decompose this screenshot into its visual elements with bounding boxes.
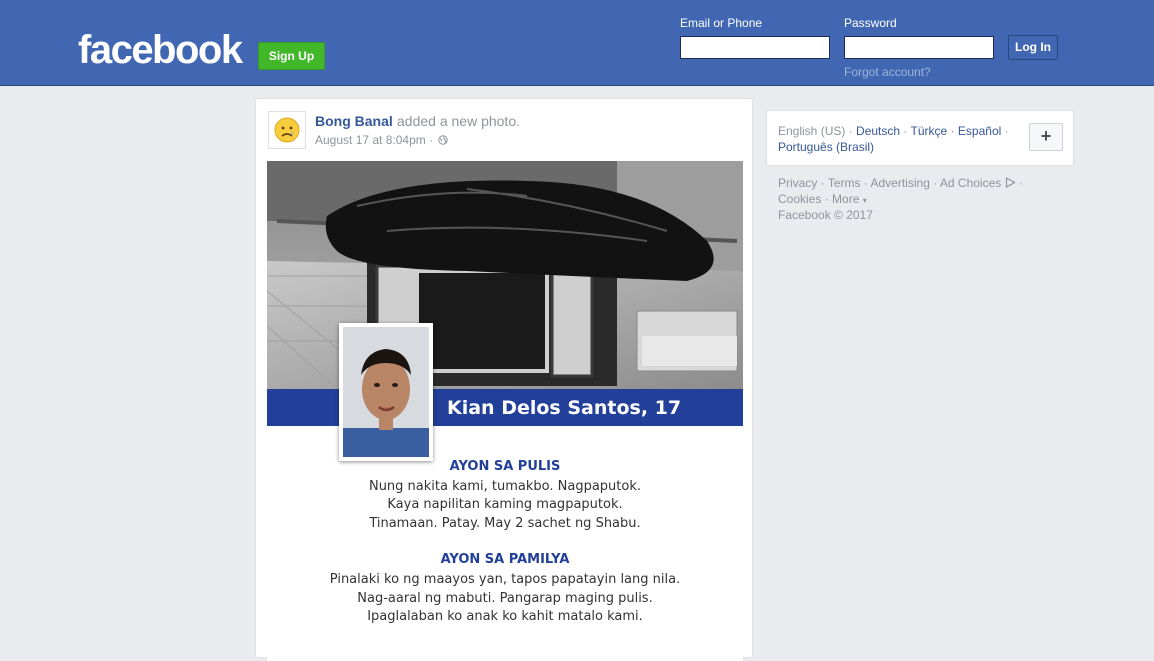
ad-choices-link[interactable]: Ad Choices xyxy=(940,176,1019,190)
cookies-link[interactable]: Cookies xyxy=(778,192,821,206)
police-section-title: AYON SA PULIS xyxy=(449,459,561,474)
email-label: Email or Phone xyxy=(680,16,763,30)
forgot-account-link[interactable]: Forgot account? xyxy=(844,65,931,79)
globe-icon[interactable] xyxy=(438,135,448,145)
date-separator: · xyxy=(429,133,434,147)
family-line: Nag-aaral ng mabuti. Pangarap maging pul… xyxy=(357,591,653,606)
family-section-title: AYON SA PAMILYA xyxy=(440,552,570,567)
more-link[interactable]: More ▾ xyxy=(832,192,867,206)
sign-up-button[interactable]: Sign Up xyxy=(258,42,325,70)
post-action-text: added a new photo. xyxy=(397,113,520,129)
caret-down-icon: ▾ xyxy=(862,196,867,205)
post-date-text: August 17 at 8:04pm xyxy=(315,133,426,147)
password-input[interactable] xyxy=(844,36,994,59)
privacy-link[interactable]: Privacy xyxy=(778,176,817,190)
advertising-link[interactable]: Advertising xyxy=(871,176,930,190)
ad-choices-icon xyxy=(1005,176,1016,189)
login-button[interactable]: Log In xyxy=(1008,35,1058,60)
current-language: English (US) xyxy=(778,124,846,138)
police-line: Kaya napilitan kaming magpaputok. xyxy=(387,497,623,512)
facebook-logo[interactable]: facebook xyxy=(78,26,243,74)
password-label: Password xyxy=(844,16,897,30)
language-espanol-link[interactable]: Español xyxy=(958,124,1001,138)
terms-link[interactable]: Terms xyxy=(828,176,861,190)
police-line: Tinamaan. Patay. May 2 sachet ng Shabu. xyxy=(369,516,641,531)
family-line: Pinalaki ko ng maayos yan, tapos papatay… xyxy=(329,572,681,587)
police-line: Nung nakita kami, tumakbo. Nagpaputok. xyxy=(368,479,642,494)
language-portugues-link[interactable]: Português (Brasil) xyxy=(778,140,874,154)
language-selector: English (US) · Deutsch · Türkçe · Españo… xyxy=(766,110,1074,166)
language-row: English (US) · Deutsch · Türkçe · Españo… xyxy=(778,124,1009,138)
language-row: Português (Brasil) xyxy=(778,139,874,155)
post-author-link[interactable]: Bong Banal xyxy=(315,113,393,129)
post-timestamp[interactable]: August 17 at 8:04pm · xyxy=(315,133,433,147)
victim-portrait xyxy=(339,323,433,461)
language-deutsch-link[interactable]: Deutsch xyxy=(856,124,900,138)
top-navigation-bar: facebook Sign Up Email or Phone Password… xyxy=(0,0,1154,86)
footer-row: Privacy · Terms · Advertising · Ad Choic… xyxy=(778,176,1023,190)
sad-face-icon[interactable] xyxy=(268,111,306,149)
post-card: Bong Banal added a new photo. August 17 … xyxy=(255,98,753,661)
email-input[interactable] xyxy=(680,36,830,59)
victim-name-caption: Kian Delos Santos, 17 xyxy=(447,397,682,419)
language-turkce-link[interactable]: Türkçe xyxy=(911,124,948,138)
more-languages-button[interactable]: + xyxy=(1029,123,1063,151)
family-line: Ipaglalaban ko anak ko kahit matalo kami… xyxy=(367,609,643,624)
post-photo[interactable]: Kian Delos Santos, 17 AYON SA PULIS Nung… xyxy=(267,161,743,661)
copyright-text: Facebook © 2017 xyxy=(778,208,873,222)
